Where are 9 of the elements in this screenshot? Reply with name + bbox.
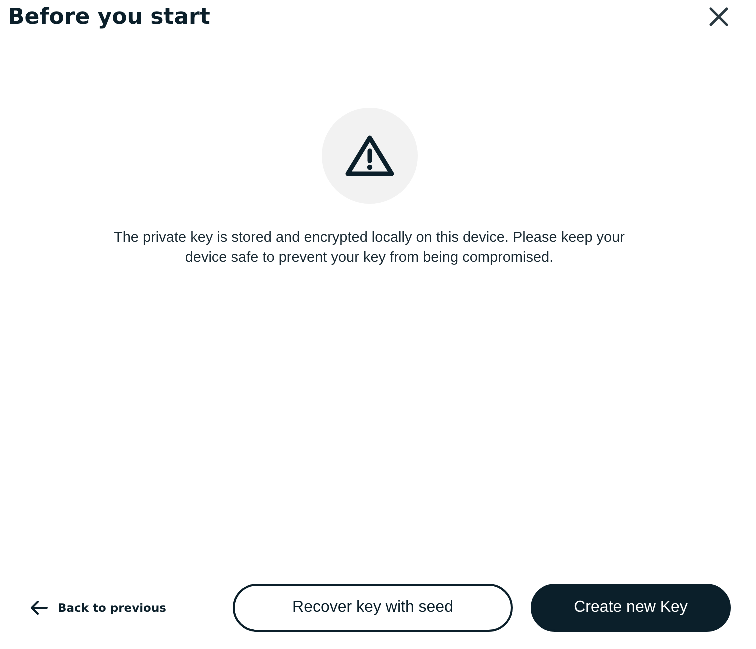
arrow-left-icon [30,601,48,615]
dialog-title: Before you start [8,4,210,30]
create-key-button[interactable]: Create new Key [531,584,731,632]
recover-key-button[interactable]: Recover key with seed [233,584,513,632]
warning-message: The private key is stored and encrypted locally on this device. Please keep your device safe to prevent your key from being compromised. [113,229,626,268]
warning-icon [344,134,396,178]
back-label: Back to previous [58,601,166,615]
close-icon[interactable] [707,5,731,29]
back-link[interactable]: Back to previous [8,601,166,615]
